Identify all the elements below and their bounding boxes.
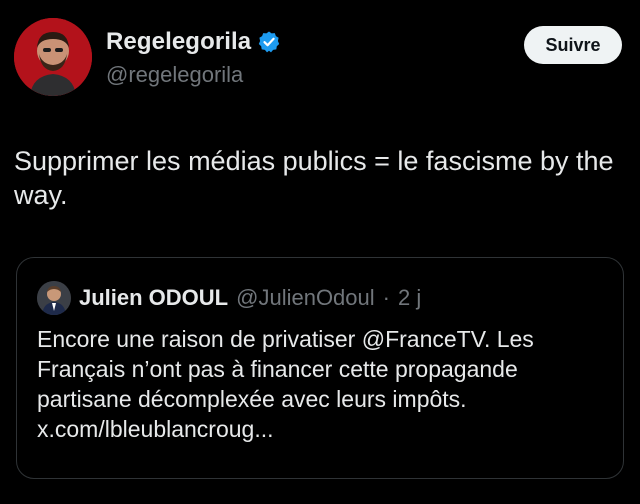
quoted-author-name[interactable]: Julien ODOUL <box>79 285 228 311</box>
display-name-row: Regelegorila <box>106 24 281 60</box>
post-header: Regelegorila @regelegorila Suivre <box>14 18 626 100</box>
quoted-text-line: Encore une raison de privatiser @FranceT… <box>37 326 534 352</box>
author-avatar[interactable] <box>14 18 92 96</box>
quoted-post-text: Encore une raison de privatiser @FranceT… <box>37 324 607 444</box>
avatar-portrait-icon <box>14 18 92 96</box>
author-handle[interactable]: @regelegorila <box>106 62 281 88</box>
quoted-author-avatar[interactable] <box>37 281 71 315</box>
quoted-text-line: partisane décomplexée avec leurs impôts. <box>37 386 467 412</box>
post-container: Regelegorila @regelegorila Suivre Suppri… <box>0 0 640 504</box>
author-display-name[interactable]: Regelegorila <box>106 28 251 56</box>
quoted-text-line: Français n’ont pas à financer cette prop… <box>37 356 518 382</box>
author-names: Regelegorila @regelegorila <box>106 24 281 88</box>
quoted-link[interactable]: x.com/lbleublancroug... <box>37 414 607 444</box>
quoted-author-handle[interactable]: @JulienOdoul <box>236 285 375 311</box>
quoted-post[interactable]: Julien ODOUL @JulienOdoul · 2 j Encore u… <box>16 257 624 479</box>
separator-dot: · <box>382 285 390 310</box>
quoted-post-header: Julien ODOUL @JulienOdoul · 2 j <box>37 280 421 316</box>
quoted-avatar-portrait-icon <box>37 281 71 315</box>
quoted-post-time[interactable]: 2 j <box>398 285 421 311</box>
verified-badge-icon <box>257 30 281 54</box>
follow-button[interactable]: Suivre <box>524 26 622 64</box>
tweet-text: Supprimer les médias publics = le fascis… <box>14 146 614 210</box>
